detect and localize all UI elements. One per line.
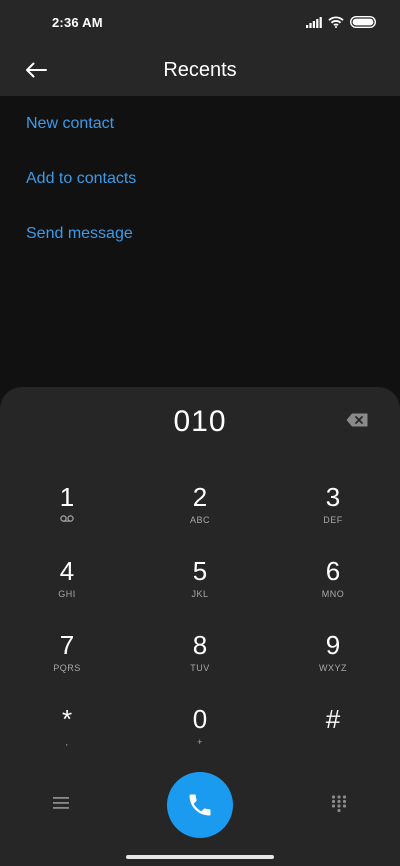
battery-icon — [350, 16, 376, 28]
key-3[interactable]: 3 DEF — [273, 482, 393, 546]
key-4[interactable]: 4 GHI — [7, 556, 127, 620]
key-0[interactable]: 0 + — [140, 704, 260, 768]
key-letters: PQRS — [53, 663, 81, 673]
call-icon — [189, 794, 211, 816]
key-digit: 3 — [325, 482, 341, 512]
key-letters: MNO — [321, 589, 345, 599]
key-digit: 6 — [325, 556, 341, 586]
key-digit: 7 — [59, 630, 75, 660]
key-digit: * — [61, 704, 73, 734]
key-digit: # — [325, 704, 341, 734]
back-arrow-icon — [26, 62, 47, 78]
voicemail-icon — [60, 515, 74, 522]
key-letters: JKL — [191, 589, 209, 599]
wifi-icon — [328, 16, 344, 28]
key-digit: 4 — [59, 556, 75, 586]
backspace-button[interactable] — [346, 413, 372, 433]
menu-icon — [53, 797, 69, 809]
key-letters: TUV — [190, 663, 210, 673]
status-bar: 2:36 AM — [0, 0, 400, 44]
backspace-icon — [346, 413, 368, 427]
key-8[interactable]: 8 TUV — [140, 630, 260, 694]
key-1[interactable]: 1 — [7, 482, 127, 546]
key-digit: 2 — [192, 482, 208, 512]
app-header: Recents — [0, 44, 400, 96]
key-9[interactable]: 9 WXYZ — [273, 630, 393, 694]
call-button[interactable] — [167, 772, 233, 838]
page-title: Recents — [163, 58, 237, 81]
key-5[interactable]: 5 JKL — [140, 556, 260, 620]
key-digit: 1 — [59, 482, 75, 512]
key-6[interactable]: 6 MNO — [273, 556, 393, 620]
key-letters: GHI — [58, 589, 76, 599]
key-letters — [60, 514, 74, 526]
new-contact-link[interactable]: New contact — [0, 96, 400, 151]
status-time: 2:36 AM — [52, 14, 103, 30]
key-letters: ABC — [189, 515, 210, 525]
key-letters: WXYZ — [319, 663, 347, 673]
key-digit: 0 — [192, 704, 208, 734]
menu-button[interactable] — [53, 796, 69, 815]
home-indicator[interactable] — [126, 855, 274, 859]
key-7[interactable]: 7 PQRS — [7, 630, 127, 694]
keypad-icon — [331, 795, 347, 813]
key-letters: + — [197, 737, 203, 747]
back-button[interactable] — [20, 56, 52, 84]
keypad-button[interactable] — [331, 795, 347, 818]
key-2[interactable]: 2 ABC — [140, 482, 260, 546]
status-icons — [306, 16, 376, 28]
key-hash[interactable]: # — [273, 704, 393, 768]
key-digit: 9 — [325, 630, 341, 660]
key-digit: 8 — [192, 630, 208, 660]
dialed-number: 010 — [173, 405, 227, 438]
key-digit: 5 — [192, 556, 208, 586]
add-to-contacts-link[interactable]: Add to contacts — [0, 151, 400, 206]
action-list: New contact Add to contacts Send message — [0, 96, 400, 261]
key-letters: , — [65, 737, 69, 747]
key-letters: DEF — [323, 515, 343, 525]
key-star[interactable]: * , — [7, 704, 127, 768]
signal-icon — [306, 16, 322, 28]
send-message-link[interactable]: Send message — [0, 206, 400, 261]
dialer-panel: 010 1 2 ABC 3 DEF 4 GHI 5 JKL 6 MNO 7 PQ… — [0, 387, 400, 866]
